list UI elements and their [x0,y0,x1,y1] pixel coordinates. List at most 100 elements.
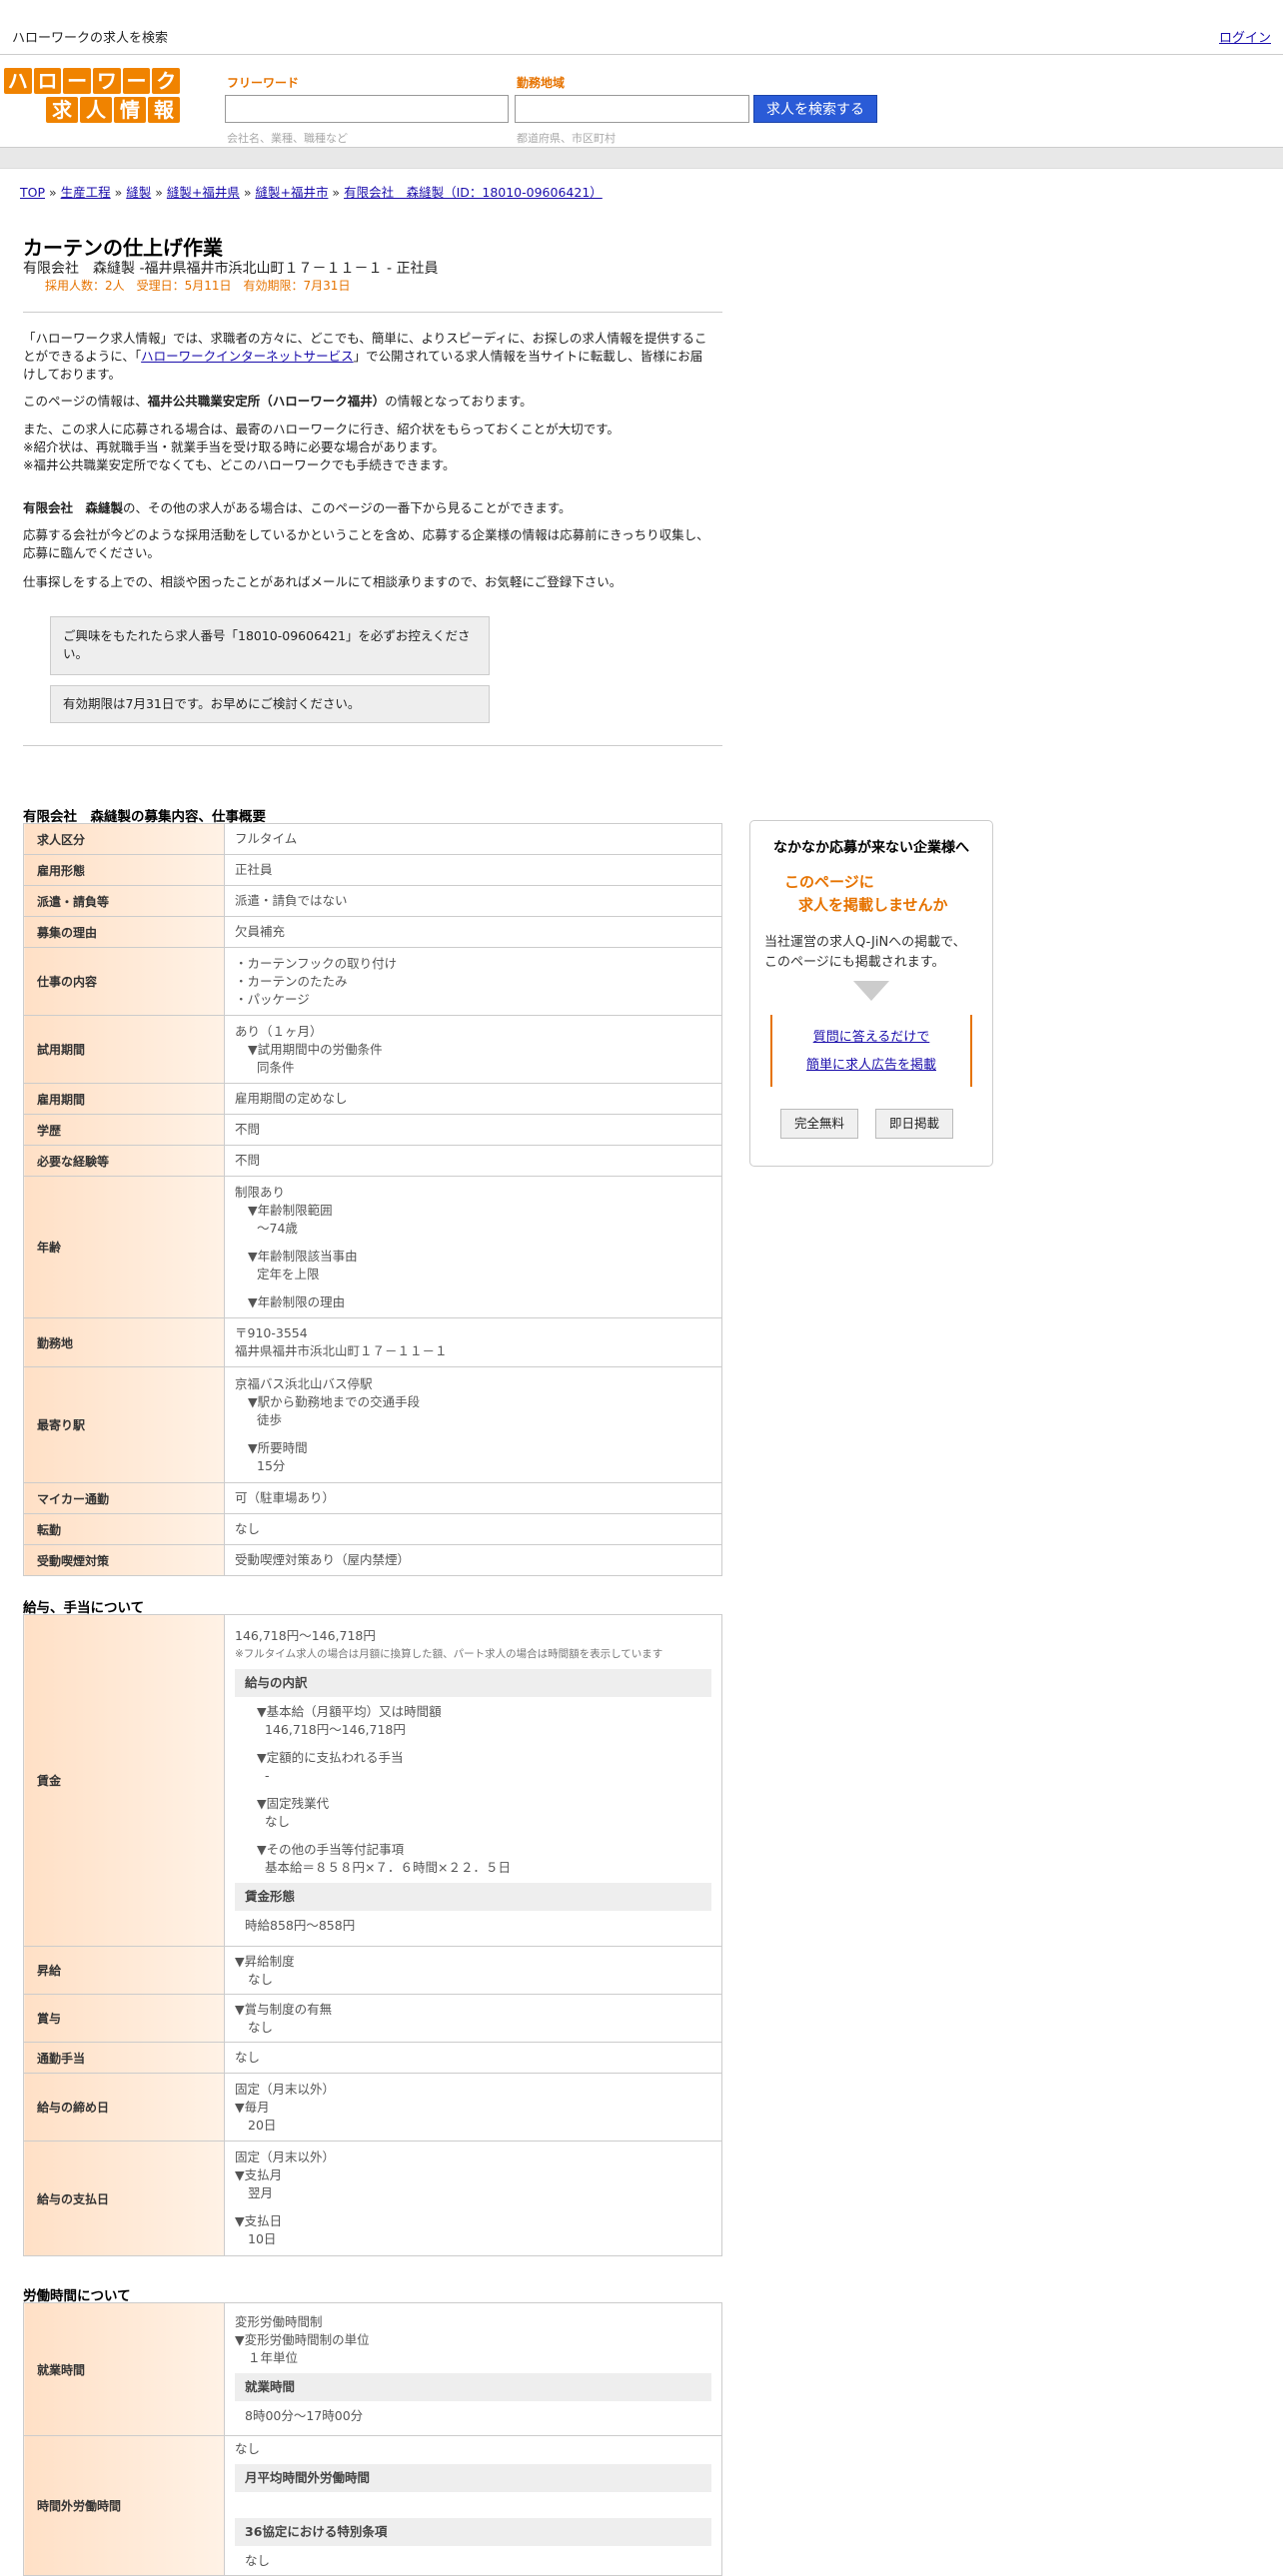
value-line: ▼賞与制度の有無 [235,2001,333,2017]
area-input[interactable] [515,95,749,123]
breadcrumb-link[interactable]: TOP [20,185,45,200]
divider [23,745,722,746]
free-button[interactable]: 完全無料 [780,1109,859,1139]
value-line: 〒910-3554 [235,1325,308,1340]
same-day-button[interactable]: 即日掲載 [875,1109,954,1139]
breadcrumb-link[interactable]: 縫製+福井県 [167,185,240,200]
keyword-label: フリーワード [227,76,300,90]
value-line: 京福バス浜北山バス停駅 [235,1375,373,1391]
job-meta: 採用人数：2人 受理日：5月11日 有効期限：7月31日 [45,279,351,293]
sidebar-desc: 当社運営の求人Q-JiNへの掲載で、 このページにも掲載されます。 [764,933,966,973]
headline-line: 求人を掲載しませんか [798,896,948,914]
hellowork-logo[interactable]: ハ ロ ー ワ ー ク 求 人 情 報 [4,68,181,126]
desc-line: 当社運営の求人Q-JiNへの掲載で、 [764,935,966,950]
row-label: 通勤手当 [23,2042,225,2074]
overtime-heading: 月平均時間外労働時間 [235,2464,711,2492]
table-row: 必要な経験等 不問 [23,1145,722,1177]
breadcrumb-link[interactable]: 生産工程 [61,185,111,200]
value-line: 固定（月末以外） [235,2149,336,2164]
headline-line: このページに [784,873,874,891]
row-label: 仕事の内容 [23,947,225,1016]
other-jobs-paragraph: 有限会社 森縫製の、その他の求人がある場合は、このページの一番下から見ることがで… [23,499,712,517]
value-line: 10日 [248,2231,277,2246]
table-row: 賞与 ▼賞与制度の有無 なし [23,1994,722,2043]
keyword-input[interactable] [225,95,509,123]
row-value: 京福バス浜北山バス停駅 ▼駅から勤務地までの交通手段 徒歩 ▼所要時間 15分 [224,1366,722,1483]
table-row: 通勤手当 なし [23,2042,722,2074]
table-row: 試用期間 あり（１ヶ月） ▼試用期間中の労働条件 同条件 [23,1015,722,1084]
value-line: なし [248,1971,274,1987]
row-value: ▼賞与制度の有無なし [224,1994,722,2043]
row-label: 給与の締め日 [23,2073,225,2142]
value-line: 146,718円〜146,718円 [265,1721,406,1737]
row-label: 給与の支払日 [23,2141,225,2256]
row-label: 最寄り駅 [23,1366,225,1483]
easy-post-link-2[interactable]: 簡単に求人広告を掲載 [772,1054,970,1073]
table-row: 雇用形態 正社員 [23,854,722,886]
value-line: ▼支払月 [235,2167,283,2182]
other-jobs-text: の、その他の求人がある場合は、このページの一番下から見ることができます。 [123,500,572,515]
row-value: 固定（月末以外） ▼支払月 翌月 ▼支払日 10日 [224,2141,722,2256]
sidebar-link-box: 質問に答えるだけで 簡単に求人広告を掲載 [770,1015,972,1087]
value-line: 基本給＝８５８円×７．６時間×２２．５日 [265,1859,511,1875]
value-line: なし [235,2441,261,2456]
work-hours-heading: 就業時間 [235,2373,711,2401]
table-row: 雇用期間 雇用期間の定めなし [23,1083,722,1115]
down-arrow-icon [853,981,889,1001]
table-row: 学歴 不問 [23,1114,722,1146]
table-row: 募集の理由 欠員補充 [23,916,722,948]
value-line: 変形労働時間制 [235,2314,323,2329]
hours-table: 就業時間 変形労働時間制 ▼変形労働時間制の単位 １年単位 就業時間 8時00分… [23,2302,722,2576]
area-label: 勤務地域 [517,76,566,90]
value-line: 時給858円〜858円 [245,1917,356,1933]
row-value: 不問 [224,1114,722,1146]
row-value: 派遣・請負ではない [224,885,722,917]
logo-char: 求 [46,97,78,123]
table-row: 給与の締め日 固定（月末以外） ▼毎月 20日 [23,2073,722,2142]
row-label: 年齢 [23,1176,225,1318]
hellowork-internet-link[interactable]: ハローワークインターネットサービス [141,349,354,364]
table-row: 最寄り駅 京福バス浜北山バス停駅 ▼駅から勤務地までの交通手段 徒歩 ▼所要時間 15分 [23,1366,722,1483]
value-line: 8時00分〜17時00分 [245,2408,364,2423]
row-value: 変形労働時間制 ▼変形労働時間制の単位 １年単位 就業時間 8時00分〜17時0… [224,2302,722,2436]
easy-post-link[interactable]: 質問に答えるだけで [772,1026,970,1045]
row-label: 賃金 [23,1614,225,1947]
wage-range: 146,718円〜146,718円 [235,1627,376,1643]
row-value: 受動喫煙対策あり（屋内禁煙） [224,1544,722,1576]
breadcrumb-link[interactable]: 有限会社 森縫製（ID：18010-09606421） [344,185,603,200]
value-line: ▼昇給制度 [235,1953,295,1969]
login-link[interactable]: ログイン [1219,27,1271,46]
table-row: 昇給 ▼昇給制度 なし [23,1946,722,1995]
value-line: ▼定額的に支払われる手当 [257,1749,404,1765]
table-row: 勤務地 〒910-3554 福井県福井市浜北山町１７－１１－１ [23,1317,722,1367]
row-value: 146,718円〜146,718円 ※フルタイム求人の場合は月額に換算した額、パ… [224,1614,722,1947]
breadcrumb-link[interactable]: 縫製 [126,185,151,200]
office-name: 福井公共職業安定所（ハローワーク福井） [147,394,386,409]
search-button[interactable]: 求人を検索する [753,95,877,123]
wage-note: ※フルタイム求人の場合は月額に換算した額、パート求人の場合は時間額を表示していま… [235,1647,663,1660]
value-line: - [265,1767,270,1783]
row-label: マイカー通勤 [23,1482,225,1514]
section-title-overview: 有限会社 森縫製の募集内容、仕事概要 [23,809,266,825]
value-line: 徒歩 [257,1411,283,1427]
row-label: 雇用期間 [23,1083,225,1115]
value-line: なし [248,2019,274,2035]
table-row: 派遣・請負等 派遣・請負ではない [23,885,722,917]
table-row: 給与の支払日 固定（月末以外） ▼支払月 翌月 ▼支払日 10日 [23,2141,722,2256]
breadcrumb-link[interactable]: 縫製+福井市 [255,185,328,200]
row-label: 必要な経験等 [23,1145,225,1177]
logo-char: ハ [4,68,32,94]
value-line: ・カーテンフックの取り付け [235,955,398,971]
table-row: 受動喫煙対策 受動喫煙対策あり（屋内禁煙） [23,1544,722,1576]
logo-char: ー [122,68,151,94]
value-line: ▼所要時間 [248,1439,308,1455]
logo-char: 報 [148,97,180,123]
breadcrumb: TOP » 生産工程 » 縫製 » 縫製+福井県 » 縫製+福井市 » 有限会社… [20,185,603,200]
gray-band [0,147,1283,169]
divider [23,312,722,313]
table-row: 転勤 なし [23,1513,722,1545]
logo-char: 情 [114,97,146,123]
table-row: 時間外労働時間 なし 月平均時間外労働時間 36協定における特別条項 なし [23,2435,722,2576]
value-line: 固定（月末以外） [235,2081,336,2097]
logo-char: ク [152,68,181,94]
